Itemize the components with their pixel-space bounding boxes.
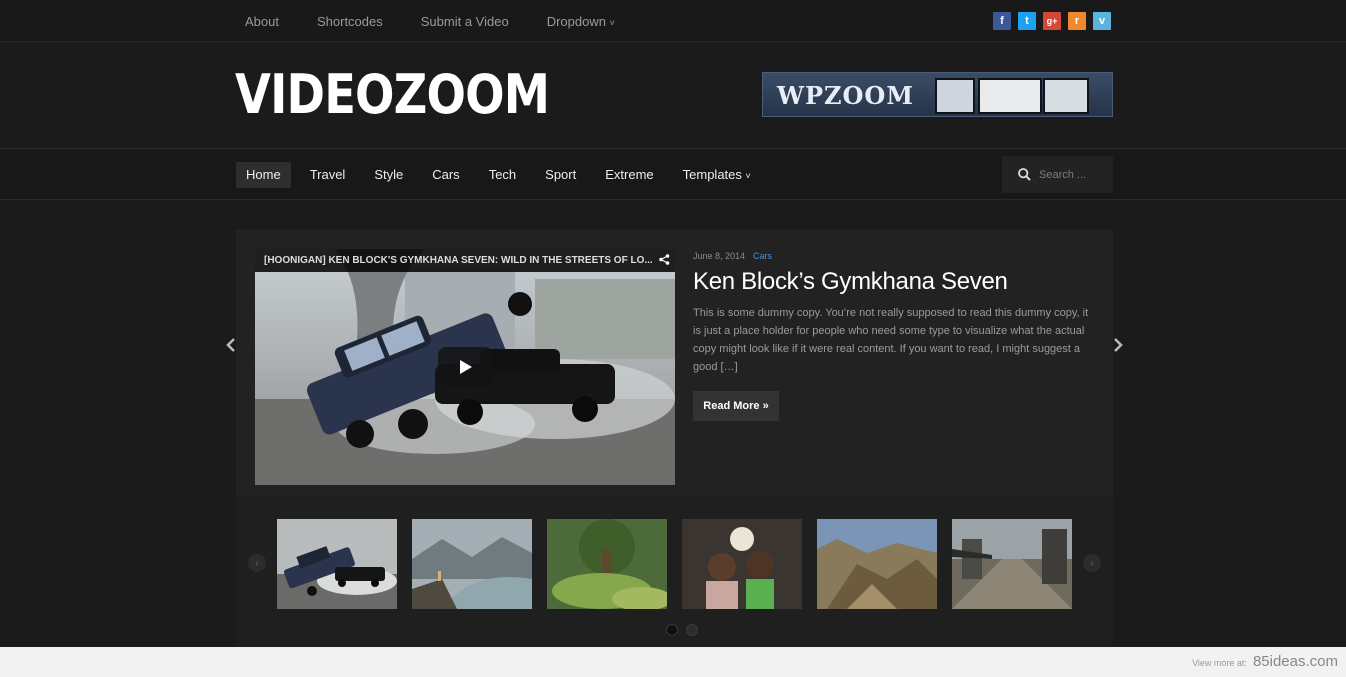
top-bar: About Shortcodes Submit a Video Dropdown…: [0, 0, 1346, 42]
vimeo-icon[interactable]: v: [1093, 12, 1111, 30]
post-meta: June 8, 2014 Cars: [693, 251, 772, 261]
carousel-prev-arrow[interactable]: ‹: [248, 554, 266, 572]
chevron-down-icon: ˅: [745, 171, 751, 181]
thumbnail-forest-tree[interactable]: [547, 519, 667, 609]
post-category[interactable]: Cars: [753, 251, 772, 261]
chevron-right-icon: [1114, 338, 1123, 352]
topnav-dropdown-label: Dropdown: [546, 13, 606, 29]
nav-travel[interactable]: Travel: [300, 162, 356, 188]
chevron-left-icon: [226, 338, 235, 352]
chevron-down-icon: ˅: [609, 17, 615, 28]
view-more-label: View more at:: [1192, 658, 1247, 668]
featured-slider: [HOONIGAN] KEN BLOCK'S GYMKHANA SEVEN: W…: [236, 230, 1113, 496]
rss-icon[interactable]: r: [1068, 12, 1086, 30]
carousel-pagination: [666, 624, 698, 636]
top-nav: About Shortcodes Submit a Video Dropdown…: [236, 0, 644, 42]
banner-text: WPZOOM: [777, 81, 914, 110]
nav-home[interactable]: Home: [236, 162, 291, 188]
post-title[interactable]: Ken Block’s Gymkhana Seven: [693, 268, 1008, 296]
social-links: f t g+ r v: [993, 12, 1111, 30]
pagination-dot[interactable]: [666, 624, 678, 636]
carousel-next-arrow[interactable]: ›: [1083, 554, 1101, 572]
nav-templates[interactable]: Templates ˅: [673, 162, 761, 188]
search-icon: [1018, 168, 1031, 181]
facebook-icon[interactable]: f: [993, 12, 1011, 30]
share-icon[interactable]: [657, 249, 671, 272]
post-excerpt: This is some dummy copy. You’re not real…: [693, 307, 1089, 373]
thumbnail-children[interactable]: [682, 519, 802, 609]
nav-templates-label: Templates: [682, 167, 742, 182]
topnav-submit-video[interactable]: Submit a Video: [421, 14, 509, 29]
googleplus-icon[interactable]: g+: [1043, 12, 1061, 30]
ad-banner[interactable]: WPZOOM: [762, 72, 1113, 117]
nav-tech[interactable]: Tech: [479, 162, 526, 188]
post-date: June 8, 2014: [693, 251, 746, 261]
thumbnail-cars[interactable]: [277, 519, 397, 609]
nav-sport[interactable]: Sport: [535, 162, 586, 188]
thumbnail-carousel: ‹ ›: [236, 496, 1113, 647]
nav-style[interactable]: Style: [364, 162, 413, 188]
main-nav: Home Travel Style Cars Tech Sport Extrem…: [0, 150, 1346, 200]
nav-cars[interactable]: Cars: [422, 162, 469, 188]
video-player[interactable]: [HOONIGAN] KEN BLOCK'S GYMKHANA SEVEN: W…: [255, 249, 675, 485]
nav-extreme[interactable]: Extreme: [595, 162, 663, 188]
video-title-bar[interactable]: [HOONIGAN] KEN BLOCK'S GYMKHANA SEVEN: W…: [255, 249, 675, 272]
search-input[interactable]: [1039, 168, 1109, 181]
pagination-dot[interactable]: [686, 624, 698, 636]
play-icon: [459, 360, 472, 374]
banner-screenshot: [1043, 78, 1089, 114]
banner-screenshot: [935, 78, 975, 114]
play-button[interactable]: [438, 347, 493, 387]
site-logo[interactable]: VIDEOZOOM: [235, 65, 550, 125]
video-title: [HOONIGAN] KEN BLOCK'S GYMKHANA SEVEN: W…: [264, 255, 653, 266]
thumbnail-mountain-lake[interactable]: [412, 519, 532, 609]
topnav-shortcodes[interactable]: Shortcodes: [317, 14, 383, 29]
watermark-footer: View more at: 85ideas.com: [0, 647, 1346, 677]
thumbnail-street[interactable]: [952, 519, 1072, 609]
topnav-dropdown[interactable]: Dropdown ˅: [547, 14, 615, 29]
twitter-icon[interactable]: t: [1018, 12, 1036, 30]
site-header: VIDEOZOOM WPZOOM: [0, 43, 1346, 149]
banner-screenshot: [978, 78, 1042, 114]
topnav-about[interactable]: About: [245, 14, 279, 29]
thumbnail-canyon[interactable]: [817, 519, 937, 609]
search-box[interactable]: [1002, 156, 1113, 193]
view-more: View more at: 85ideas.com: [1192, 653, 1338, 670]
site-link[interactable]: 85ideas.com: [1253, 653, 1338, 670]
read-more-button[interactable]: Read More »: [693, 391, 779, 421]
